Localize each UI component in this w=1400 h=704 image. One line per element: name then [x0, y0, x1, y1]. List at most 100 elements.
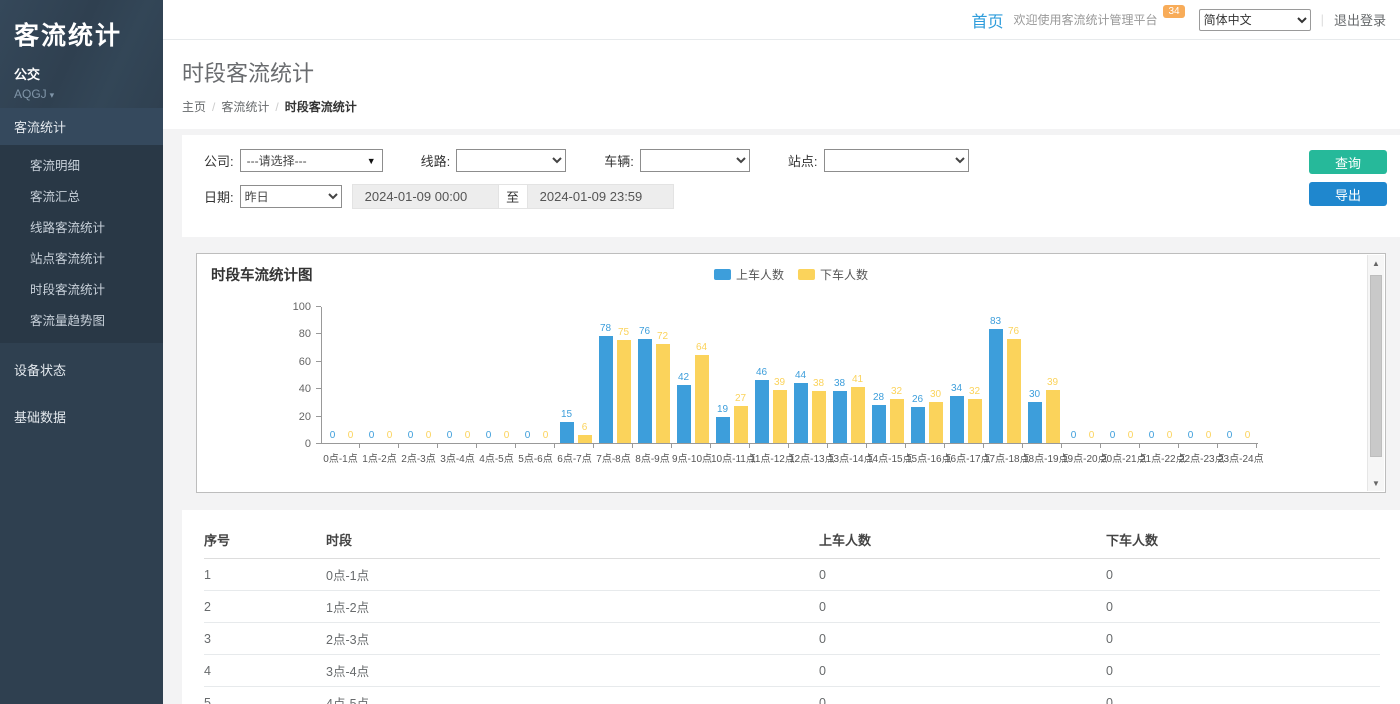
bar[interactable] — [638, 339, 652, 443]
topbar: 首页 欢迎使用客流统计管理平台 34 简体中文 | 退出登录 — [163, 0, 1400, 40]
x-tick-mark — [438, 444, 477, 448]
legend-item-1[interactable]: 下车人数 — [798, 266, 868, 283]
station-select[interactable] — [824, 149, 969, 172]
table-cell: 0 — [1106, 591, 1380, 623]
vehicle-select[interactable] — [640, 149, 750, 172]
bar[interactable] — [929, 402, 943, 443]
company-select[interactable]: ---请选择---▼ — [240, 149, 383, 172]
sidebar-section-2[interactable]: 基础数据 — [0, 396, 163, 437]
bar-column: 19 — [716, 405, 730, 443]
breadcrumb-item-1[interactable]: 客流统计 — [221, 100, 269, 114]
bar-group-13: 3841 — [829, 375, 868, 443]
bar[interactable] — [578, 435, 592, 443]
bar[interactable] — [560, 422, 574, 443]
table-cell: 5 — [204, 687, 326, 704]
bar[interactable] — [794, 383, 808, 443]
sidebar-item-0-4[interactable]: 时段客流统计 — [0, 273, 163, 304]
bar-column: 83 — [989, 317, 1003, 443]
bar[interactable] — [1046, 390, 1060, 443]
sidebar-section-0[interactable]: 客流统计 — [0, 108, 163, 145]
sidebar-item-0-0[interactable]: 客流明细 — [0, 149, 163, 180]
bar[interactable] — [833, 391, 847, 443]
line-label: 线路: — [421, 151, 451, 170]
bar[interactable] — [656, 344, 670, 443]
x-tick-mark — [945, 444, 984, 448]
chart-x-labels: 0点-1点1点-2点2点-3点3点-4点4点-5点5点-6点6点-7点7点-8点… — [321, 450, 1258, 465]
scrollbar-down-arrow-icon[interactable]: ▼ — [1368, 475, 1384, 491]
bar-column: 46 — [755, 368, 769, 443]
bar[interactable] — [890, 399, 904, 443]
logout-link[interactable]: 退出登录 — [1334, 10, 1386, 29]
y-tick-mark — [316, 388, 321, 389]
bar-group-18: 3039 — [1024, 378, 1063, 443]
sidebar-item-0-1[interactable]: 客流汇总 — [0, 180, 163, 211]
bar-value-label: 46 — [756, 368, 767, 378]
bar[interactable] — [851, 387, 865, 443]
bar-column: 78 — [599, 324, 613, 443]
language-select[interactable]: 简体中文 — [1199, 9, 1311, 31]
bar[interactable] — [773, 390, 787, 443]
bar[interactable] — [950, 396, 964, 443]
bar[interactable] — [989, 329, 1003, 443]
bar[interactable] — [677, 385, 691, 443]
scrollbar-thumb[interactable] — [1370, 275, 1382, 457]
bar-column: 0 — [1184, 431, 1198, 443]
bar[interactable] — [755, 380, 769, 443]
date-start-input[interactable]: 2024-01-09 00:00 — [352, 184, 499, 209]
bar-column: 28 — [872, 393, 886, 443]
y-tick-label: 100 — [293, 301, 311, 313]
sidebar-item-0-3[interactable]: 站点客流统计 — [0, 242, 163, 273]
bar[interactable] — [695, 355, 709, 443]
scrollbar-up-arrow-icon[interactable]: ▲ — [1368, 255, 1384, 271]
bar-value-label: 0 — [1149, 431, 1155, 441]
bar[interactable] — [872, 405, 886, 443]
x-category-label: 18点-19点 — [1023, 450, 1062, 465]
x-tick-mark — [1140, 444, 1179, 448]
bar[interactable] — [734, 406, 748, 443]
sidebar-section-1[interactable]: 设备状态 — [0, 349, 163, 390]
x-category-label: 13点-14点 — [828, 450, 867, 465]
bar[interactable] — [968, 399, 982, 443]
bar-group-3: 00 — [439, 431, 478, 443]
user-menu[interactable]: AQGJ▾ — [14, 87, 149, 101]
bar[interactable] — [617, 340, 631, 443]
x-tick-mark — [633, 444, 672, 448]
bar-group-20: 00 — [1102, 431, 1141, 443]
home-link[interactable]: 首页 — [971, 8, 1003, 32]
x-category-label: 17点-18点 — [984, 450, 1023, 465]
query-button[interactable]: 查询 — [1309, 150, 1387, 174]
bar-value-label: 28 — [873, 393, 884, 403]
bar-value-label: 44 — [795, 371, 806, 381]
breadcrumb-item-2[interactable]: 时段客流统计 — [285, 100, 357, 114]
date-end-input[interactable]: 2024-01-09 23:59 — [527, 184, 674, 209]
bar-column: 0 — [482, 431, 496, 443]
sidebar-item-0-2[interactable]: 线路客流统计 — [0, 211, 163, 242]
dropdown-arrow-icon: ▼ — [367, 156, 376, 166]
breadcrumb-item-0[interactable]: 主页 — [182, 100, 206, 114]
bar-column: 34 — [950, 384, 964, 443]
bar-value-label: 27 — [735, 394, 746, 404]
date-preset-select[interactable]: 昨日 — [240, 185, 342, 208]
sidebar-item-0-5[interactable]: 客流量趋势图 — [0, 304, 163, 335]
bar-value-label: 6 — [582, 423, 588, 433]
legend-item-0[interactable]: 上车人数 — [714, 266, 784, 283]
notification-badge[interactable]: 34 — [1163, 5, 1184, 18]
bar-value-label: 0 — [1206, 431, 1212, 441]
bar-value-label: 32 — [891, 387, 902, 397]
bar[interactable] — [1028, 402, 1042, 443]
x-category-label: 9点-10点 — [672, 450, 711, 465]
y-tick-mark — [316, 361, 321, 362]
export-button[interactable]: 导出 — [1309, 182, 1387, 206]
table-cell: 0 — [1106, 559, 1380, 591]
bar[interactable] — [599, 336, 613, 443]
bar-group-16: 3432 — [946, 384, 985, 443]
bar[interactable] — [911, 407, 925, 443]
bar-value-label: 83 — [990, 317, 1001, 327]
bar[interactable] — [1007, 339, 1021, 443]
chart-scrollbar[interactable]: ▲ ▼ — [1367, 255, 1384, 491]
bar[interactable] — [716, 417, 730, 443]
bar[interactable] — [812, 391, 826, 443]
bar-column: 38 — [812, 379, 826, 443]
line-select[interactable] — [456, 149, 566, 172]
bar-group-1: 00 — [361, 431, 400, 443]
